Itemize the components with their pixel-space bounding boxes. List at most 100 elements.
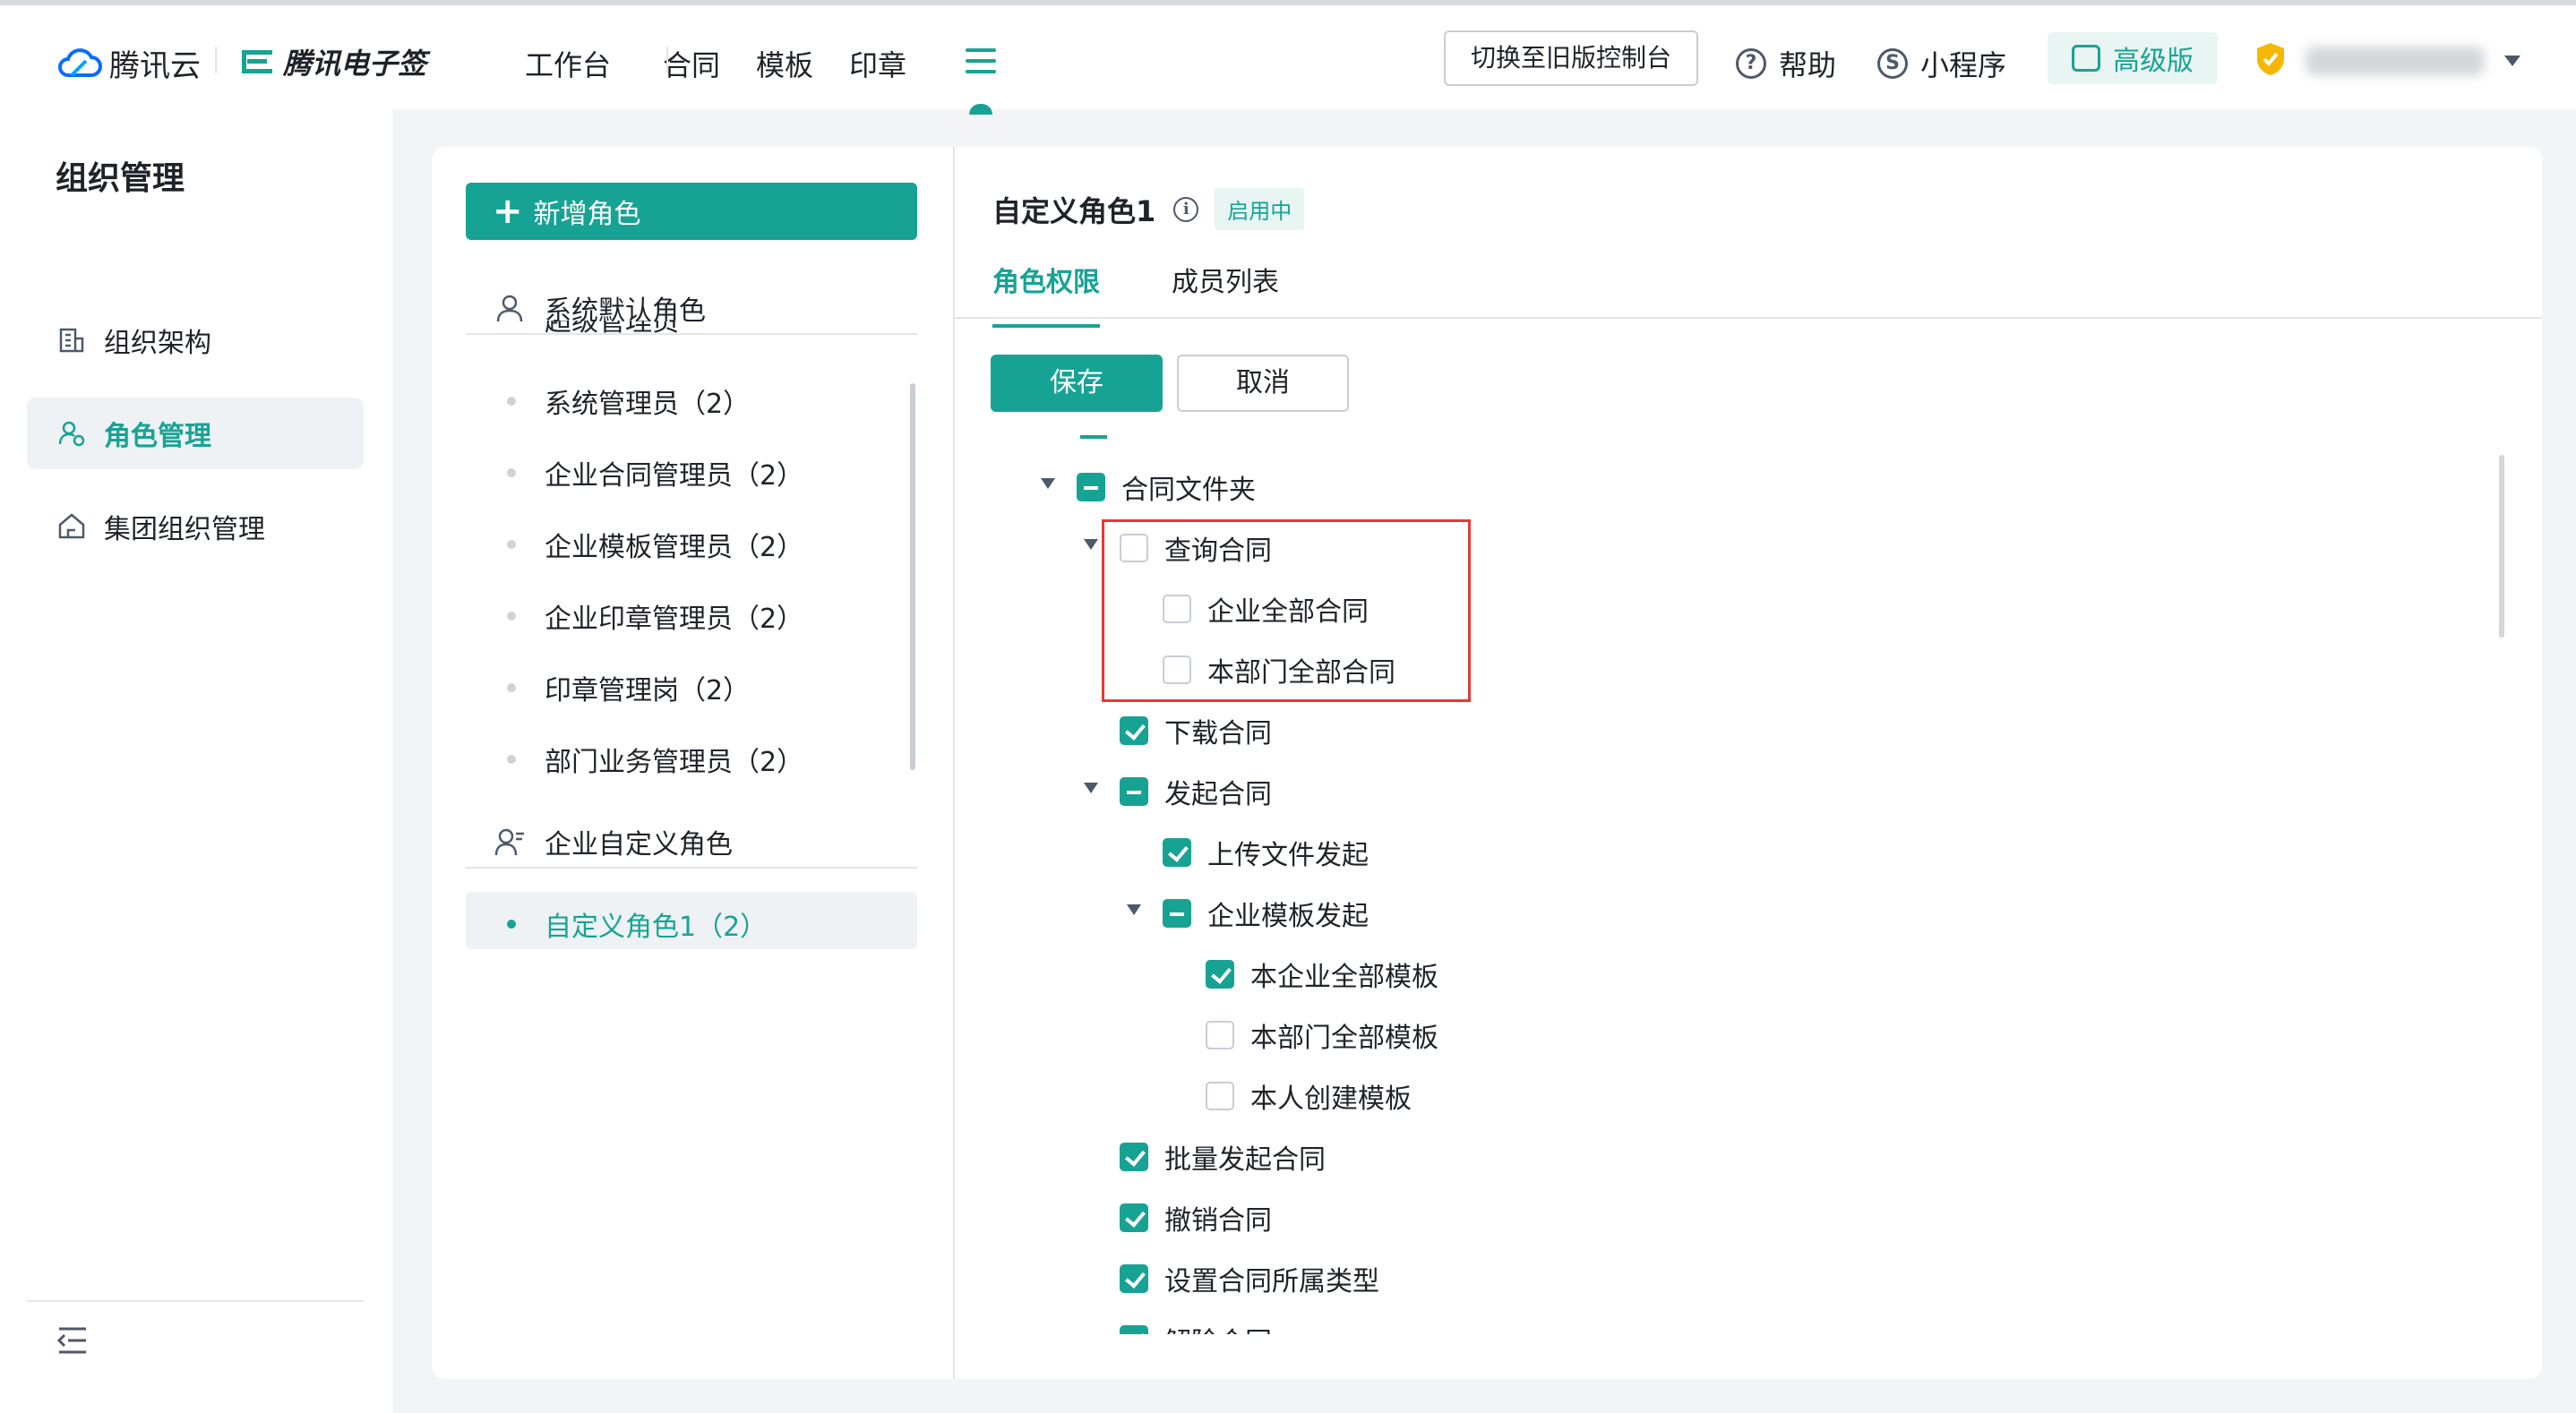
role-title-text: 自定义角色1 xyxy=(992,193,1156,228)
bullet-dot xyxy=(507,540,516,549)
checkbox-partial[interactable] xyxy=(1077,473,1105,501)
esign-logo[interactable]: 腾讯电子签 xyxy=(240,41,426,82)
sidebar-item-org-structure[interactable]: 组织架构 xyxy=(27,304,364,376)
tree-node-contract-folder[interactable]: 合同文件夹 xyxy=(1077,467,1256,507)
tree-node-template-initiate[interactable]: 企业模板发起 xyxy=(1163,894,1369,933)
expand-arrow-icon[interactable] xyxy=(1127,904,1141,915)
checkbox-checked[interactable] xyxy=(1120,1203,1148,1232)
sidebar-item-label: 组织架构 xyxy=(104,328,211,359)
more-menu-icon[interactable] xyxy=(966,48,996,75)
nav-workbench[interactable]: 工作台 xyxy=(525,43,611,84)
checkbox-checked[interactable] xyxy=(1120,1143,1148,1171)
brand-cloud-label: 腾讯云 xyxy=(109,48,201,84)
checkbox[interactable] xyxy=(1206,1082,1234,1110)
sidebar-divider xyxy=(27,1300,364,1302)
nav-divider xyxy=(666,47,668,73)
role-item[interactable]: 企业印章管理员（2） xyxy=(507,596,803,636)
tree-node-set-contract-type[interactable]: 设置合同所属类型 xyxy=(1120,1259,1379,1298)
premium-label: 高级版 xyxy=(2113,46,2194,77)
role-item[interactable]: 企业模板管理员（2） xyxy=(507,525,803,564)
bullet-dot xyxy=(507,920,516,929)
tree-node-all-company-templates[interactable]: 本企业全部模板 xyxy=(1206,955,1438,994)
brand-esign-label: 腾讯电子签 xyxy=(283,47,427,81)
account-name-blurred[interactable] xyxy=(2306,47,2485,75)
switch-old-console-button[interactable]: 切换至旧版控制台 xyxy=(1444,30,1698,86)
collapse-sidebar-icon[interactable] xyxy=(56,1325,90,1356)
tree-node-download-contract[interactable]: 下载合同 xyxy=(1120,711,1272,750)
role-item[interactable]: 系统管理员（2） xyxy=(507,381,750,421)
checkbox[interactable] xyxy=(1206,1021,1234,1049)
role-item[interactable]: 企业合同管理员（2） xyxy=(507,453,803,492)
building-icon xyxy=(59,328,84,353)
sidebar-item-label: 角色管理 xyxy=(104,421,211,452)
role-item[interactable]: 部门业务管理员（2） xyxy=(507,740,803,779)
role-detail-title: 自定义角色1 i 启用中 xyxy=(992,188,1305,230)
info-icon[interactable]: i xyxy=(1173,196,1199,222)
checkbox-checked[interactable] xyxy=(1120,1264,1148,1293)
tree-node-own-templates[interactable]: 本人创建模板 xyxy=(1206,1076,1412,1116)
nav-contract[interactable]: 合同 xyxy=(663,43,720,84)
tree-scrollbar[interactable] xyxy=(2499,455,2504,638)
tree-node-terminate-contract[interactable]: 解除合同 xyxy=(1120,1320,1272,1334)
mini-program-label: 小程序 xyxy=(1920,48,2007,82)
sidebar-item-group-org[interactable]: 集团组织管理 xyxy=(27,491,364,562)
role-list-scrollbar[interactable] xyxy=(910,383,915,770)
help-link[interactable]: ? 帮助 xyxy=(1736,43,1836,84)
main-nav: 工作台 合同 模板 印章 xyxy=(525,43,906,84)
save-button[interactable]: 保存 xyxy=(991,355,1163,412)
add-role-button[interactable]: + 新增角色 xyxy=(466,183,917,240)
premium-icon xyxy=(2072,45,2100,72)
custom-group-label: 企业自定义角色 xyxy=(545,829,733,861)
left-sidebar: 组织管理 组织架构 角色管理 集团组织管理 xyxy=(0,109,392,1413)
bullet-dot xyxy=(507,397,516,406)
nav-template[interactable]: 模板 xyxy=(756,43,813,84)
panel-divider xyxy=(953,147,955,1379)
tree-scrolled-indicator xyxy=(1080,435,1107,439)
highlight-box xyxy=(1102,519,1471,702)
tabs-divider xyxy=(955,317,2542,319)
user-icon xyxy=(496,295,523,322)
tencent-cloud-logo[interactable]: 腾讯云 xyxy=(56,41,201,85)
nav-seal[interactable]: 印章 xyxy=(849,43,906,84)
tree-node-batch-initiate[interactable]: 批量发起合同 xyxy=(1120,1137,1326,1177)
help-label: 帮助 xyxy=(1779,48,1837,82)
top-header: 腾讯云 腾讯电子签 工作台 合同 模板 印章 切换至旧版控制台 ? 帮助 S 小… xyxy=(0,5,2576,115)
tree-node-upload-file-initiate[interactable]: 上传文件发起 xyxy=(1163,833,1369,872)
esign-icon xyxy=(242,50,272,73)
checkbox-checked[interactable] xyxy=(1120,1325,1148,1334)
status-badge: 启用中 xyxy=(1215,188,1305,230)
verified-shield-icon xyxy=(2257,43,2284,75)
bullet-dot xyxy=(507,612,516,621)
cloud-icon xyxy=(58,47,102,77)
question-icon: ? xyxy=(1736,48,1766,79)
group-org-icon xyxy=(58,513,85,539)
user-list-icon xyxy=(494,828,524,856)
role-icon xyxy=(58,421,85,447)
brand-divider xyxy=(215,47,217,73)
bullet-dot xyxy=(507,468,516,477)
expand-arrow-icon[interactable] xyxy=(1084,539,1098,550)
checkbox-checked[interactable] xyxy=(1163,838,1191,867)
mini-program-icon: S xyxy=(1877,48,1908,79)
expand-arrow-icon[interactable] xyxy=(1041,478,1055,489)
checkbox-checked[interactable] xyxy=(1120,716,1148,745)
role-item-selected[interactable]: 自定义角色1（2） xyxy=(507,904,767,944)
expand-arrow-icon[interactable] xyxy=(1084,783,1098,793)
account-dropdown-icon[interactable] xyxy=(2504,56,2520,66)
sidebar-item-role-management[interactable]: 角色管理 xyxy=(27,398,364,469)
custom-group-divider xyxy=(466,867,917,869)
tree-node-initiate-contract[interactable]: 发起合同 xyxy=(1120,772,1272,811)
tree-node-all-dept-templates[interactable]: 本部门全部模板 xyxy=(1206,1015,1438,1055)
sidebar-item-label: 集团组织管理 xyxy=(104,514,265,545)
role-item[interactable]: 印章管理岗（2） xyxy=(507,668,750,707)
tree-node-revoke-contract[interactable]: 撤销合同 xyxy=(1120,1198,1272,1237)
checkbox-partial[interactable] xyxy=(1163,899,1191,928)
plus-icon: + xyxy=(493,191,523,232)
premium-badge[interactable]: 高级版 xyxy=(2048,32,2218,84)
sidebar-title: 组织管理 xyxy=(56,160,185,197)
add-role-label: 新增角色 xyxy=(533,199,641,230)
checkbox-checked[interactable] xyxy=(1206,960,1234,989)
cancel-button[interactable]: 取消 xyxy=(1177,355,1349,412)
mini-program-link[interactable]: S 小程序 xyxy=(1877,43,2006,84)
checkbox-partial[interactable] xyxy=(1120,777,1148,806)
